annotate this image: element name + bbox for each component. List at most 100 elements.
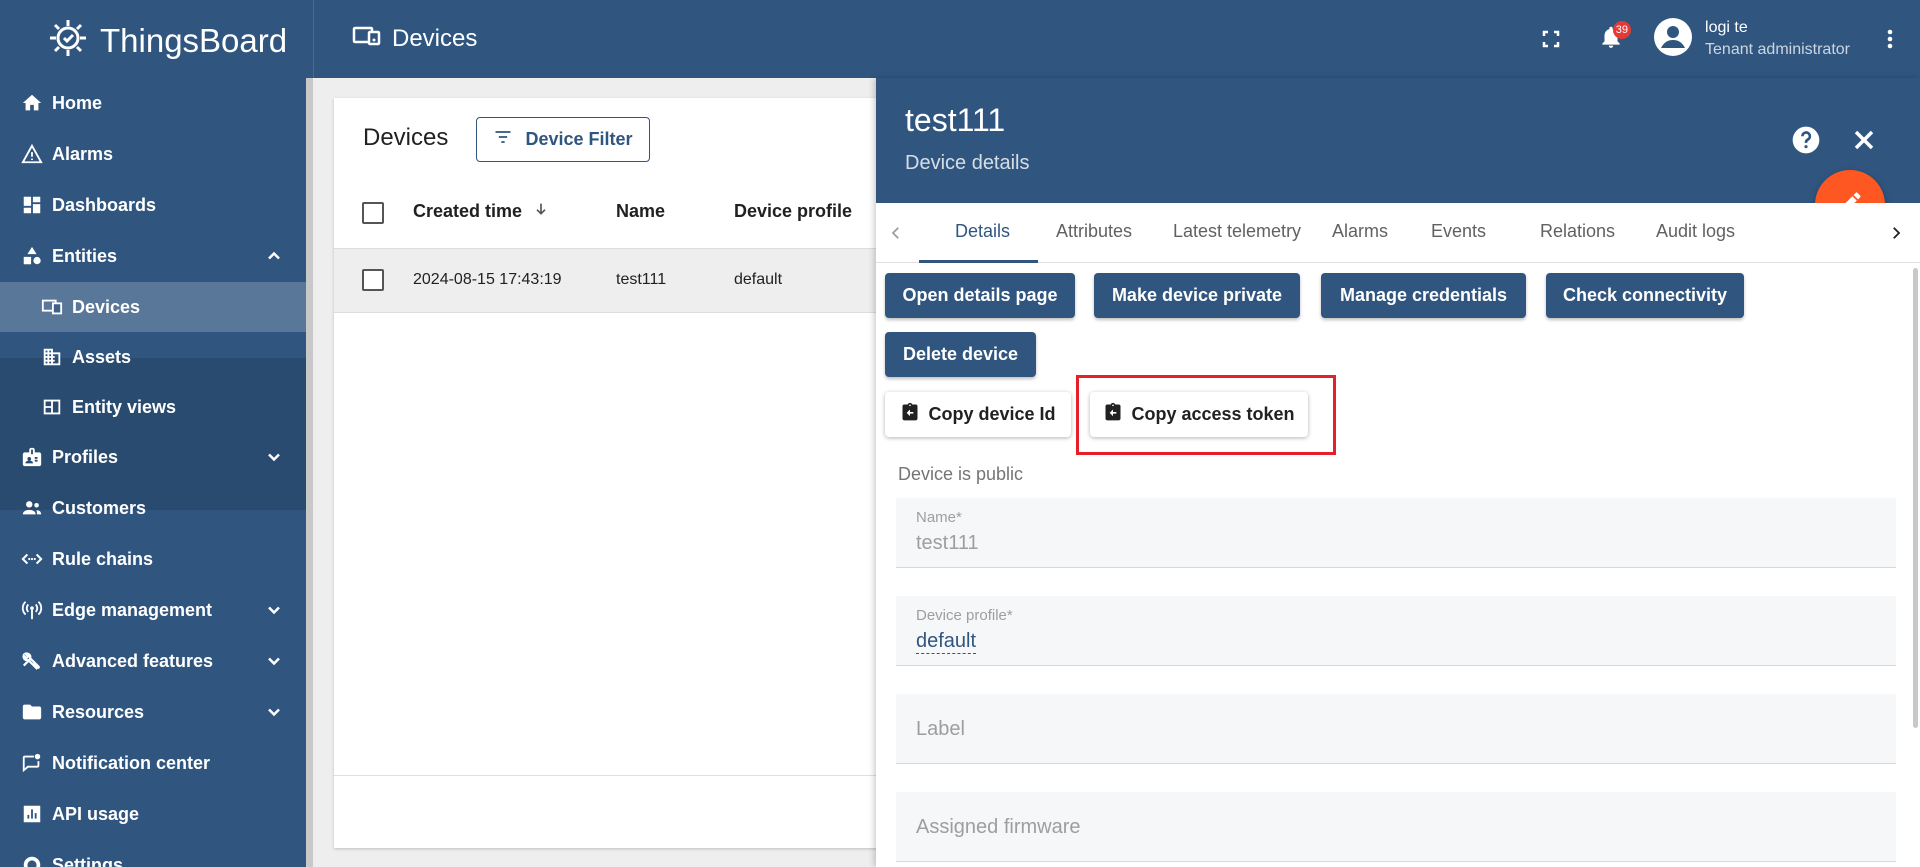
details-scrollbar-thumb[interactable] — [1913, 268, 1918, 728]
gear-icon — [20, 853, 44, 867]
copy-device-id-label: Copy device Id — [928, 404, 1056, 424]
filter-list-icon — [493, 127, 513, 152]
dashboard-icon — [20, 193, 44, 217]
sidebar: Home Alarms Dashboards Entities Devices … — [0, 78, 306, 867]
name-field-label: Name* — [916, 509, 962, 526]
sidebar-item-resources[interactable]: Resources — [0, 687, 306, 737]
logo-text: ThingsBoard — [100, 21, 288, 59]
delete-device-button[interactable]: Delete device — [885, 332, 1036, 377]
sidebar-item-label: Advanced features — [52, 650, 214, 671]
assets-icon — [40, 345, 64, 369]
check-connectivity-button[interactable]: Check connectivity — [1546, 273, 1744, 318]
user-menu[interactable]: logi te Tenant administrator — [1653, 17, 1850, 62]
badge-icon — [20, 445, 44, 469]
sidebar-item-api-usage[interactable]: API usage — [0, 789, 306, 839]
make-device-private-button[interactable]: Make device private — [1094, 273, 1300, 318]
tab-scroll-left-icon[interactable] — [884, 221, 908, 245]
sidebar-item-entities[interactable]: Entities — [0, 231, 306, 281]
table-row[interactable]: 2024-08-15 17:43:19 test111 default — [334, 248, 954, 313]
tab-scroll-right-icon[interactable] — [1884, 221, 1908, 245]
sidebar-item-label: Entity views — [72, 396, 177, 417]
tab-audit-logs[interactable]: Audit logs — [1656, 221, 1735, 242]
details-subtitle: Device details — [905, 152, 1030, 174]
edge-icon — [20, 598, 44, 622]
cell-created-time: 2024-08-15 17:43:19 — [413, 271, 562, 288]
sidebar-item-label: Notification center — [52, 752, 211, 773]
tab-details[interactable]: Details — [955, 221, 1010, 242]
sidebar-item-label: Profiles — [52, 446, 119, 467]
sidebar-item-customers[interactable]: Customers — [0, 483, 306, 533]
device-details-panel: test111 Device details Details Attribute… — [876, 78, 1920, 867]
header-divider — [313, 0, 314, 78]
sidebar-item-label: Rule chains — [52, 548, 154, 569]
sidebar-item-notification-center[interactable]: Notification center — [0, 738, 306, 788]
sidebar-scrollbar[interactable] — [306, 78, 313, 867]
help-icon[interactable] — [1790, 124, 1822, 156]
table-footer-divider — [334, 775, 954, 776]
column-header-name[interactable]: Name — [616, 201, 665, 222]
customers-icon — [20, 496, 44, 520]
thingsboard-logo-icon — [44, 14, 92, 67]
column-header-label: Created time — [413, 201, 523, 221]
devices-icon — [352, 24, 382, 53]
sidebar-item-dashboards[interactable]: Dashboards — [0, 180, 306, 230]
sidebar-item-label: Assets — [72, 346, 132, 367]
sidebar-item-rule-chains[interactable]: Rule chains — [0, 534, 306, 584]
chevron-up-icon — [262, 244, 286, 268]
device-filter-label: Device Filter — [525, 129, 633, 149]
tabs-viewport: Details Attributes Latest telemetry Alar… — [920, 203, 1866, 263]
notifications-button[interactable]: 39 — [1591, 19, 1632, 59]
sidebar-item-settings[interactable]: Settings — [0, 840, 306, 867]
row-checkbox[interactable] — [362, 269, 384, 291]
device-profile-field[interactable]: Device profile* default — [896, 596, 1896, 666]
chevron-down-icon — [262, 598, 286, 622]
device-public-status: Device is public — [898, 464, 1024, 484]
column-header-device-profile[interactable]: Device profile — [734, 201, 852, 222]
sidebar-item-home[interactable]: Home — [0, 78, 306, 128]
notification-center-icon — [20, 751, 44, 775]
entity-views-icon — [40, 395, 64, 419]
sidebar-item-entity-views[interactable]: Entity views — [0, 382, 306, 432]
chevron-down-icon — [262, 700, 286, 724]
name-field-value: test111 — [916, 532, 979, 554]
more-vert-icon[interactable] — [1870, 19, 1910, 59]
cell-name: test111 — [616, 271, 667, 288]
highlight-box — [1076, 375, 1336, 455]
home-icon — [20, 91, 44, 115]
tab-alarms[interactable]: Alarms — [1332, 221, 1388, 242]
device-profile-link[interactable]: default — [916, 630, 977, 654]
arrow-down-icon — [533, 201, 549, 221]
tab-attributes[interactable]: Attributes — [1056, 221, 1132, 242]
select-all-checkbox[interactable] — [362, 202, 384, 224]
sidebar-item-label: Resources — [52, 701, 145, 722]
sidebar-item-edge-management[interactable]: Edge management — [0, 585, 306, 635]
sidebar-item-devices[interactable]: Devices — [0, 282, 306, 332]
sidebar-item-profiles[interactable]: Profiles — [0, 432, 306, 482]
close-icon[interactable] — [1848, 124, 1880, 156]
assigned-firmware-field[interactable]: Assigned firmware — [896, 792, 1896, 862]
manage-credentials-button[interactable]: Manage credentials — [1321, 273, 1526, 318]
tab-latest-telemetry[interactable]: Latest telemetry — [1173, 221, 1301, 242]
column-header-created-time[interactable]: Created time — [413, 201, 549, 222]
tab-events[interactable]: Events — [1431, 221, 1486, 242]
sidebar-item-assets[interactable]: Assets — [0, 332, 306, 382]
label-field[interactable]: Label — [896, 694, 1896, 764]
app-logo[interactable]: ThingsBoard — [44, 14, 287, 67]
sidebar-item-label: API usage — [52, 803, 140, 824]
cell-device-profile: default — [734, 271, 783, 288]
open-details-page-button[interactable]: Open details page — [885, 273, 1075, 318]
tools-icon — [20, 649, 44, 673]
sidebar-item-advanced-features[interactable]: Advanced features — [0, 636, 306, 686]
name-field[interactable]: Name* test111 — [896, 498, 1896, 568]
tab-relations[interactable]: Relations — [1540, 221, 1615, 242]
device-filter-button[interactable]: Device Filter — [476, 117, 650, 162]
fullscreen-icon[interactable] — [1531, 19, 1571, 59]
page-title-group: Devices — [352, 24, 477, 53]
clipboard-icon — [900, 402, 920, 427]
details-title: test111 — [905, 102, 1006, 138]
copy-device-id-button[interactable]: Copy device Id — [885, 392, 1071, 437]
devices-table-card: Devices Device Filter Created time Name … — [334, 98, 954, 848]
chevron-down-icon — [262, 445, 286, 469]
devices-icon — [40, 295, 64, 319]
sidebar-item-alarms[interactable]: Alarms — [0, 129, 306, 179]
